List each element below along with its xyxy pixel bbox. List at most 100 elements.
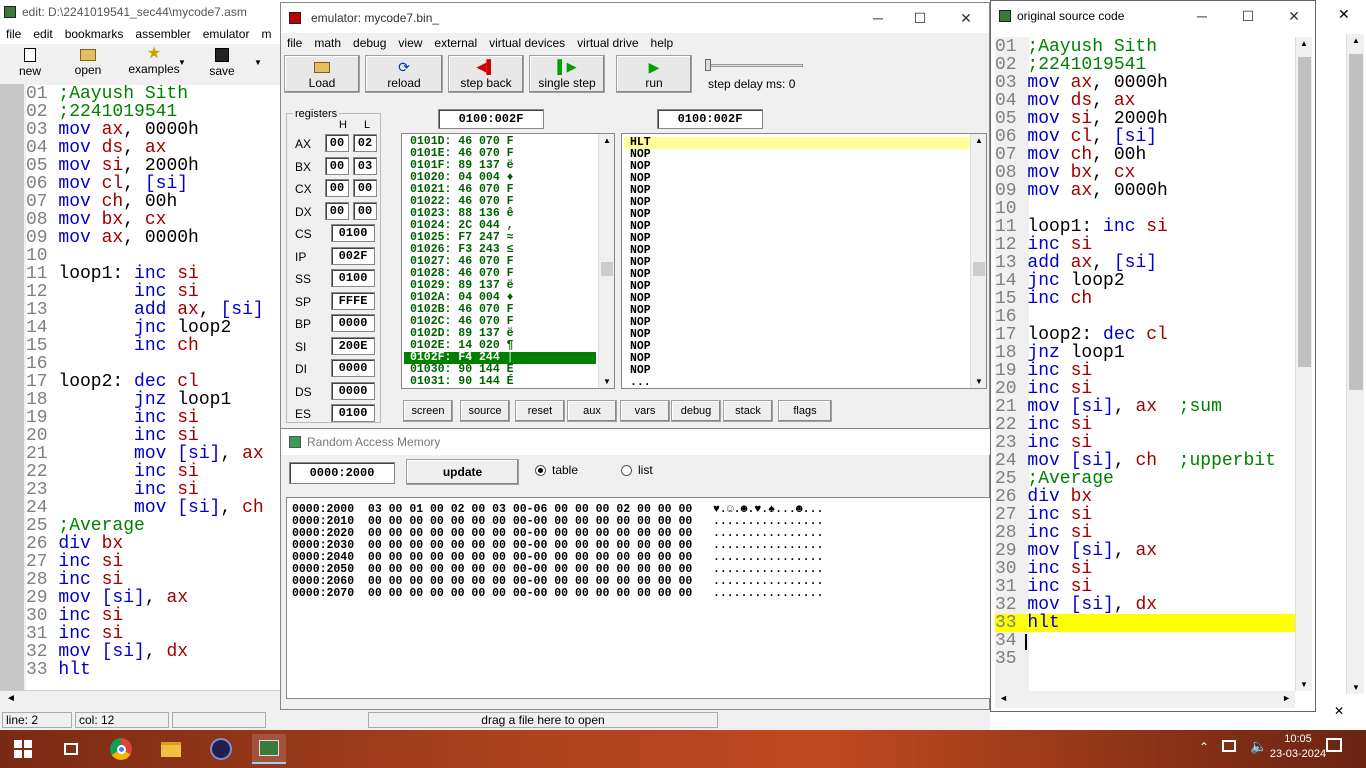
- single-step-button[interactable]: ▌▶ single step: [529, 55, 605, 93]
- bg-scrollbar[interactable]: ▲ ▼: [1346, 34, 1364, 694]
- source-code-area[interactable]: 01 ;Aayush Sith 02 ;2241019541 03 mov ax, …: [995, 38, 1295, 690]
- vars-button[interactable]: vars: [620, 400, 670, 422]
- disasm-address-field[interactable]: 0100:002F: [657, 109, 763, 129]
- source-hscrollbar[interactable]: ◄ ►: [995, 691, 1295, 708]
- screen-button[interactable]: screen: [403, 400, 453, 422]
- chevron-down-icon[interactable]: ▼: [178, 58, 186, 67]
- register-si-value[interactable]: 200E: [331, 336, 375, 355]
- register-dx-high[interactable]: 00: [325, 201, 349, 220]
- chrome-icon[interactable]: [104, 734, 138, 764]
- scroll-left-icon[interactable]: ◄: [6, 693, 16, 704]
- stack-button[interactable]: stack: [723, 400, 773, 422]
- menu-emulator[interactable]: emulator: [197, 27, 256, 41]
- debug-button[interactable]: debug: [671, 400, 721, 422]
- menu-assembler[interactable]: assembler: [129, 27, 196, 41]
- editor-hscrollbar[interactable]: ◄: [0, 690, 290, 708]
- examples-button[interactable]: ★ examples ▼: [118, 46, 190, 80]
- emulator-titlebar[interactable]: emulator: mycode7.bin_ ─ ☐ ✕: [281, 3, 989, 33]
- run-button[interactable]: ▶ run: [616, 55, 692, 93]
- emu-menu-virtual-devices[interactable]: virtual devices: [483, 36, 571, 50]
- maximize-icon[interactable]: ☐: [897, 3, 943, 33]
- memory-address-field[interactable]: 0100:002F: [438, 109, 544, 129]
- step-back-button[interactable]: ◀▌ step back: [448, 55, 524, 93]
- windows-start-icon[interactable]: [6, 734, 40, 764]
- volume-icon[interactable]: 🔈: [1250, 738, 1267, 755]
- disasm-row[interactable]: ...: [630, 377, 651, 389]
- minimize-icon[interactable]: ─: [855, 3, 901, 33]
- slider-thumb[interactable]: [705, 59, 711, 71]
- menu-file[interactable]: file: [0, 27, 27, 41]
- register-bp-value[interactable]: 0000: [331, 314, 375, 332]
- table-radio[interactable]: table: [535, 463, 578, 477]
- ram-titlebar[interactable]: Random Access Memory: [281, 429, 991, 455]
- bg-close-icon[interactable]: ✕: [1338, 6, 1350, 23]
- register-ds-value[interactable]: 0000: [331, 381, 375, 400]
- disasm-scrollbar[interactable]: ▲ ▼: [970, 134, 986, 388]
- register-bx-high[interactable]: 00: [325, 156, 349, 175]
- emu-menu-virtual-drive[interactable]: virtual drive: [571, 36, 644, 50]
- reload-button[interactable]: ⟳ reload: [365, 55, 443, 93]
- clock-time[interactable]: 10:05: [1278, 733, 1318, 745]
- emu-menu-help[interactable]: help: [645, 36, 680, 50]
- list-radio[interactable]: list: [621, 463, 653, 477]
- tray-chevron-icon[interactable]: ⌃: [1199, 740, 1209, 754]
- register-cx-low[interactable]: 00: [353, 179, 377, 197]
- source-minimize-icon[interactable]: ─: [1179, 1, 1225, 31]
- save-dropdown-icon[interactable]: ▼: [254, 58, 262, 67]
- code-line: 31 inc si: [995, 578, 1295, 596]
- reset-button[interactable]: reset: [515, 400, 565, 422]
- register-dx-low[interactable]: 00: [353, 201, 377, 220]
- register-cx-high[interactable]: 00: [325, 179, 349, 197]
- emu-menu-external[interactable]: external: [428, 36, 483, 50]
- notification-icon[interactable]: [1326, 738, 1342, 752]
- register-cs-value[interactable]: 0100: [331, 224, 375, 242]
- menu-edit[interactable]: edit: [27, 27, 58, 41]
- register-di-value[interactable]: 0000: [331, 359, 375, 377]
- register-es-value[interactable]: 0100: [331, 404, 375, 422]
- register-ax-high[interactable]: 00: [325, 134, 349, 152]
- emu-menu-file[interactable]: file: [281, 36, 308, 50]
- source-button[interactable]: source: [460, 400, 510, 422]
- code-line: 04 mov ds, ax: [26, 139, 290, 157]
- step-delay-slider[interactable]: [705, 59, 805, 73]
- ram-table[interactable]: 0000:2000 03 00 01 00 02 00 03 00-06 00 …: [286, 497, 991, 699]
- ram-row[interactable]: 0000:2070 00 00 00 00 00 00 00 00-00 00 …: [292, 588, 823, 600]
- clock-date[interactable]: 23-03-2024: [1268, 748, 1328, 760]
- flags-button[interactable]: flags: [778, 400, 832, 422]
- emu-menu-math[interactable]: math: [308, 36, 347, 50]
- load-button[interactable]: Load: [284, 55, 360, 93]
- source-scroll-thumb[interactable]: [1298, 57, 1311, 367]
- memory-listbox[interactable]: 0101D: 46 070 F 0101E: 46 070 F 0101F: 89 …: [401, 133, 615, 389]
- source-titlebar[interactable]: original source code ─ ☐ ✕: [991, 1, 1315, 31]
- editor-code-area[interactable]: 01 ;Aayush Sith 02 ;2241019541 03 mov ax, …: [26, 85, 290, 690]
- disassembly-listbox[interactable]: HLT NOP NOP NOP NOP NOP NOP NOP NOP NOP NOP NOP NOP N…: [621, 133, 987, 389]
- emu-menu-view[interactable]: view: [392, 36, 428, 50]
- memory-row[interactable]: 01031: 90 144 É: [404, 376, 596, 388]
- open-button[interactable]: open: [66, 46, 110, 80]
- close-icon[interactable]: ✕: [943, 3, 989, 33]
- register-bx-low[interactable]: 03: [353, 156, 377, 175]
- source-vscrollbar[interactable]: ▲ ▼: [1295, 37, 1312, 691]
- register-sp-value[interactable]: FFFE: [331, 291, 375, 310]
- source-maximize-icon[interactable]: ☐: [1225, 1, 1271, 31]
- emu-menu-debug[interactable]: debug: [347, 36, 392, 50]
- memory-scrollbar[interactable]: ▲ ▼: [598, 134, 614, 388]
- task-view-icon[interactable]: [54, 734, 88, 764]
- update-button[interactable]: update: [406, 459, 519, 485]
- source-close-icon[interactable]: ✕: [1271, 1, 1317, 31]
- network-icon[interactable]: [1222, 740, 1236, 752]
- aux-button[interactable]: aux: [567, 400, 617, 422]
- ram-address-field[interactable]: 0000:2000: [289, 462, 395, 484]
- save-button[interactable]: save: [200, 46, 244, 80]
- register-ss-value[interactable]: 0100: [331, 269, 375, 287]
- register-ax-low[interactable]: 02: [353, 134, 377, 152]
- register-ip-value[interactable]: 002F: [331, 246, 375, 265]
- new-button[interactable]: new: [8, 46, 52, 80]
- menu-more[interactable]: m: [255, 27, 277, 41]
- menu-bookmarks[interactable]: bookmarks: [59, 27, 130, 41]
- media-app-icon[interactable]: [204, 734, 238, 764]
- editor-titlebar[interactable]: edit: D:\2241019541_sec44\mycode7.asm: [0, 0, 290, 24]
- bg-close-icon-2[interactable]: ✕: [1334, 704, 1344, 718]
- file-explorer-icon[interactable]: [154, 734, 188, 764]
- emu8086-taskbar-icon[interactable]: [252, 734, 286, 764]
